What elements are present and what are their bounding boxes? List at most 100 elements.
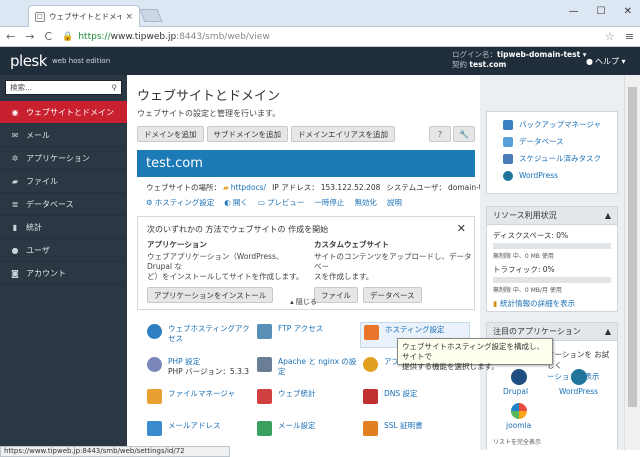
forward-icon[interactable]: →	[25, 30, 34, 43]
tile-label: Apache と nginx の設	[278, 357, 357, 366]
databases-link[interactable]: データベース	[487, 133, 617, 150]
preview-link[interactable]: ▭ プレビュー	[258, 197, 305, 208]
url-scheme: https://	[78, 31, 111, 42]
tile-mail-settings[interactable]: メール設定	[257, 421, 367, 447]
chevron-up-icon[interactable]: ▲	[605, 327, 611, 336]
close-icon[interactable]: ✕	[457, 222, 466, 235]
tooltip: ウェブサイトホスティング設定を構成し、サイトで 提供する機能を選択します。	[397, 338, 553, 371]
wordpress-icon[interactable]	[571, 369, 587, 385]
disable-link[interactable]: 無効化	[354, 197, 377, 208]
get-started-panel: 次のいずれかの 方法でウェブサイトの 作成を開始 ✕ アプリケーション ウェブア…	[137, 216, 475, 310]
database-icon: ≣	[11, 199, 19, 209]
custom-option-text: スを作成します。	[314, 272, 374, 281]
help-menu[interactable]: ● ヘルプ ▾	[586, 56, 626, 67]
add-subdomain-button[interactable]: サブドメインを追加	[206, 126, 288, 142]
url-field[interactable]: 🔒 https://www.tipweb.jp:8443/smb/web/vie…	[62, 29, 595, 45]
chevron-up-icon[interactable]: ▲	[605, 211, 611, 220]
domain-name[interactable]: test.com	[146, 156, 203, 171]
open-link[interactable]: ◐ 開く	[224, 197, 248, 208]
full-list-link[interactable]: リストを完全表示	[487, 437, 547, 446]
domain-title-bar: test.com	[137, 150, 475, 177]
bookmark-star-icon[interactable]: ☆	[605, 30, 615, 43]
maximize-icon[interactable]: ☐	[597, 6, 606, 17]
tile-php-settings[interactable]: PHP 設定 PHP バージョン：5.3.3	[147, 357, 257, 383]
sidebar-item-applications[interactable]: ✲ アプリケーション	[0, 147, 127, 170]
tile-label: SSL 証明書	[384, 421, 423, 430]
domain-actions: ⚙ ホスティング設定 ◐ 開く ▭ プレビュー 一時停止 無効化 説明	[146, 197, 402, 208]
disk-usage-detail: 無制限 中、0 MB 使用	[493, 253, 554, 260]
hosting-settings-link[interactable]: ⚙ ホスティング設定	[146, 197, 214, 208]
detailed-stats-link[interactable]: ▮ 統計情報の詳細を表示	[487, 298, 617, 309]
collapse-toggle[interactable]: ▴ 隠じる	[127, 297, 480, 307]
panel-title: 次のいずれかの 方法でウェブサイトの 作成を開始	[147, 225, 329, 234]
reload-icon[interactable]: C	[44, 30, 52, 43]
resource-usage-box: リソース利用状況 ▲ ディスクスペース: 0% 無制限 中、0 MB 使用 トラフ…	[486, 206, 618, 312]
wrench-icon[interactable]: 🔧	[453, 126, 475, 142]
tile-web-statistics[interactable]: ウェブ統計	[257, 389, 367, 415]
help-button[interactable]: ?	[429, 126, 451, 142]
location-label: ウェブサイトの場所：	[146, 183, 221, 192]
wordpress-icon	[503, 170, 513, 181]
sidebar-item-label: アカウント	[26, 268, 66, 278]
suspend-link[interactable]: 一時停止	[314, 197, 344, 208]
domain-info: ウェブサイトの場所： ▰ httpdocs/ IP アドレス： 153.122.…	[146, 182, 480, 193]
wordpress-link[interactable]: WordPress	[487, 167, 617, 184]
scheduled-tasks-link[interactable]: スケジュール済みタスク	[487, 150, 617, 167]
sidebar-item-label: 統計	[26, 222, 42, 232]
back-icon[interactable]: ←	[6, 30, 15, 43]
browser-tab[interactable]: □ ウェブサイトとドメイン - Plesk ×	[28, 5, 140, 27]
disk-usage-bar	[493, 243, 611, 249]
plesk-logo[interactable]: plesk	[10, 52, 47, 70]
tile-file-manager[interactable]: ファイルマネージャ	[147, 389, 257, 415]
drupal-label[interactable]: Drupal	[503, 387, 528, 396]
right-column: バックアップマネージャ データベース スケジュール済みタスク WordPress…	[480, 75, 640, 450]
sysuser-value: domain-test	[448, 183, 480, 192]
contract-value[interactable]: test.com	[469, 60, 506, 69]
location-link[interactable]: httpdocs/	[231, 183, 266, 192]
tile-email-addresses[interactable]: メールアドレス	[147, 421, 257, 447]
close-tab-icon[interactable]: ×	[125, 12, 133, 22]
add-domain-button[interactable]: ドメインを追加	[137, 126, 204, 142]
description-link[interactable]: 説明	[387, 197, 402, 208]
minimize-icon[interactable]: —	[569, 6, 579, 17]
new-tab-button[interactable]	[139, 9, 163, 22]
close-window-icon[interactable]: ✕	[624, 6, 632, 17]
login-label: ログイン名：	[452, 50, 497, 59]
joomla-label[interactable]: joomla	[506, 421, 531, 430]
stats-icon: ▮	[493, 299, 498, 308]
sidebar-item-statistics[interactable]: ▮ 統計	[0, 216, 127, 239]
tile-ftp-access[interactable]: FTP アクセス	[257, 324, 367, 350]
mail-icon: ✉	[11, 130, 19, 140]
browser-menu-icon[interactable]: ≡	[625, 30, 634, 43]
search-icon[interactable]: ⚲	[112, 83, 118, 92]
scrollbar[interactable]	[624, 75, 640, 450]
tile-hosting-access[interactable]: ウェブホスティングアク セス	[147, 324, 257, 350]
view-applications-link[interactable]: ーションを表示	[487, 371, 617, 382]
scrollbar-thumb[interactable]	[628, 87, 637, 407]
login-user-menu[interactable]: tipweb-domain-test ▾	[497, 50, 587, 59]
wordpress-label[interactable]: WordPress	[559, 387, 598, 396]
sidebar-item-databases[interactable]: ≣ データベース	[0, 193, 127, 216]
sidebar-item-account[interactable]: ◙ アカウント	[0, 262, 127, 285]
resource-usage-header[interactable]: リソース利用状況 ▲	[487, 207, 617, 225]
tile-label: PHP 設定	[168, 357, 201, 366]
backup-manager-link[interactable]: バックアップマネージャ	[487, 116, 617, 133]
tile-apache-nginx[interactable]: Apache と nginx の設定	[257, 357, 367, 383]
application-option: アプリケーション ウェブアプリケーション（WordPress、Drupal な …	[147, 239, 307, 303]
action-label: ホスティング設定	[154, 198, 215, 207]
tile-ssl-certificates[interactable]: SSL 証明書	[363, 421, 473, 447]
tile-dns-settings[interactable]: DNS 設定	[363, 389, 473, 415]
app-option-title: アプリケーション	[147, 240, 207, 249]
sidebar-item-mail[interactable]: ✉ メール	[0, 124, 127, 147]
add-domain-alias-button[interactable]: ドメインエイリアスを追加	[291, 126, 395, 142]
tile-label: メールアドレス	[168, 421, 221, 430]
search-input[interactable]: 検索... ⚲	[5, 80, 122, 95]
settings-icon: ⚙	[146, 198, 153, 207]
tab-title: ウェブサイトとドメイン - Plesk	[49, 12, 122, 21]
sidebar-item-files[interactable]: ▰ ファイル	[0, 170, 127, 193]
tile-label-cont: 定	[278, 367, 286, 376]
url-path: :8443/smb/web/view	[176, 31, 270, 42]
sidebar-item-websites[interactable]: ◉ ウェブサイトとドメイン	[0, 101, 127, 124]
sidebar-item-users[interactable]: ● ユーザ	[0, 239, 127, 262]
joomla-icon[interactable]	[511, 403, 527, 419]
